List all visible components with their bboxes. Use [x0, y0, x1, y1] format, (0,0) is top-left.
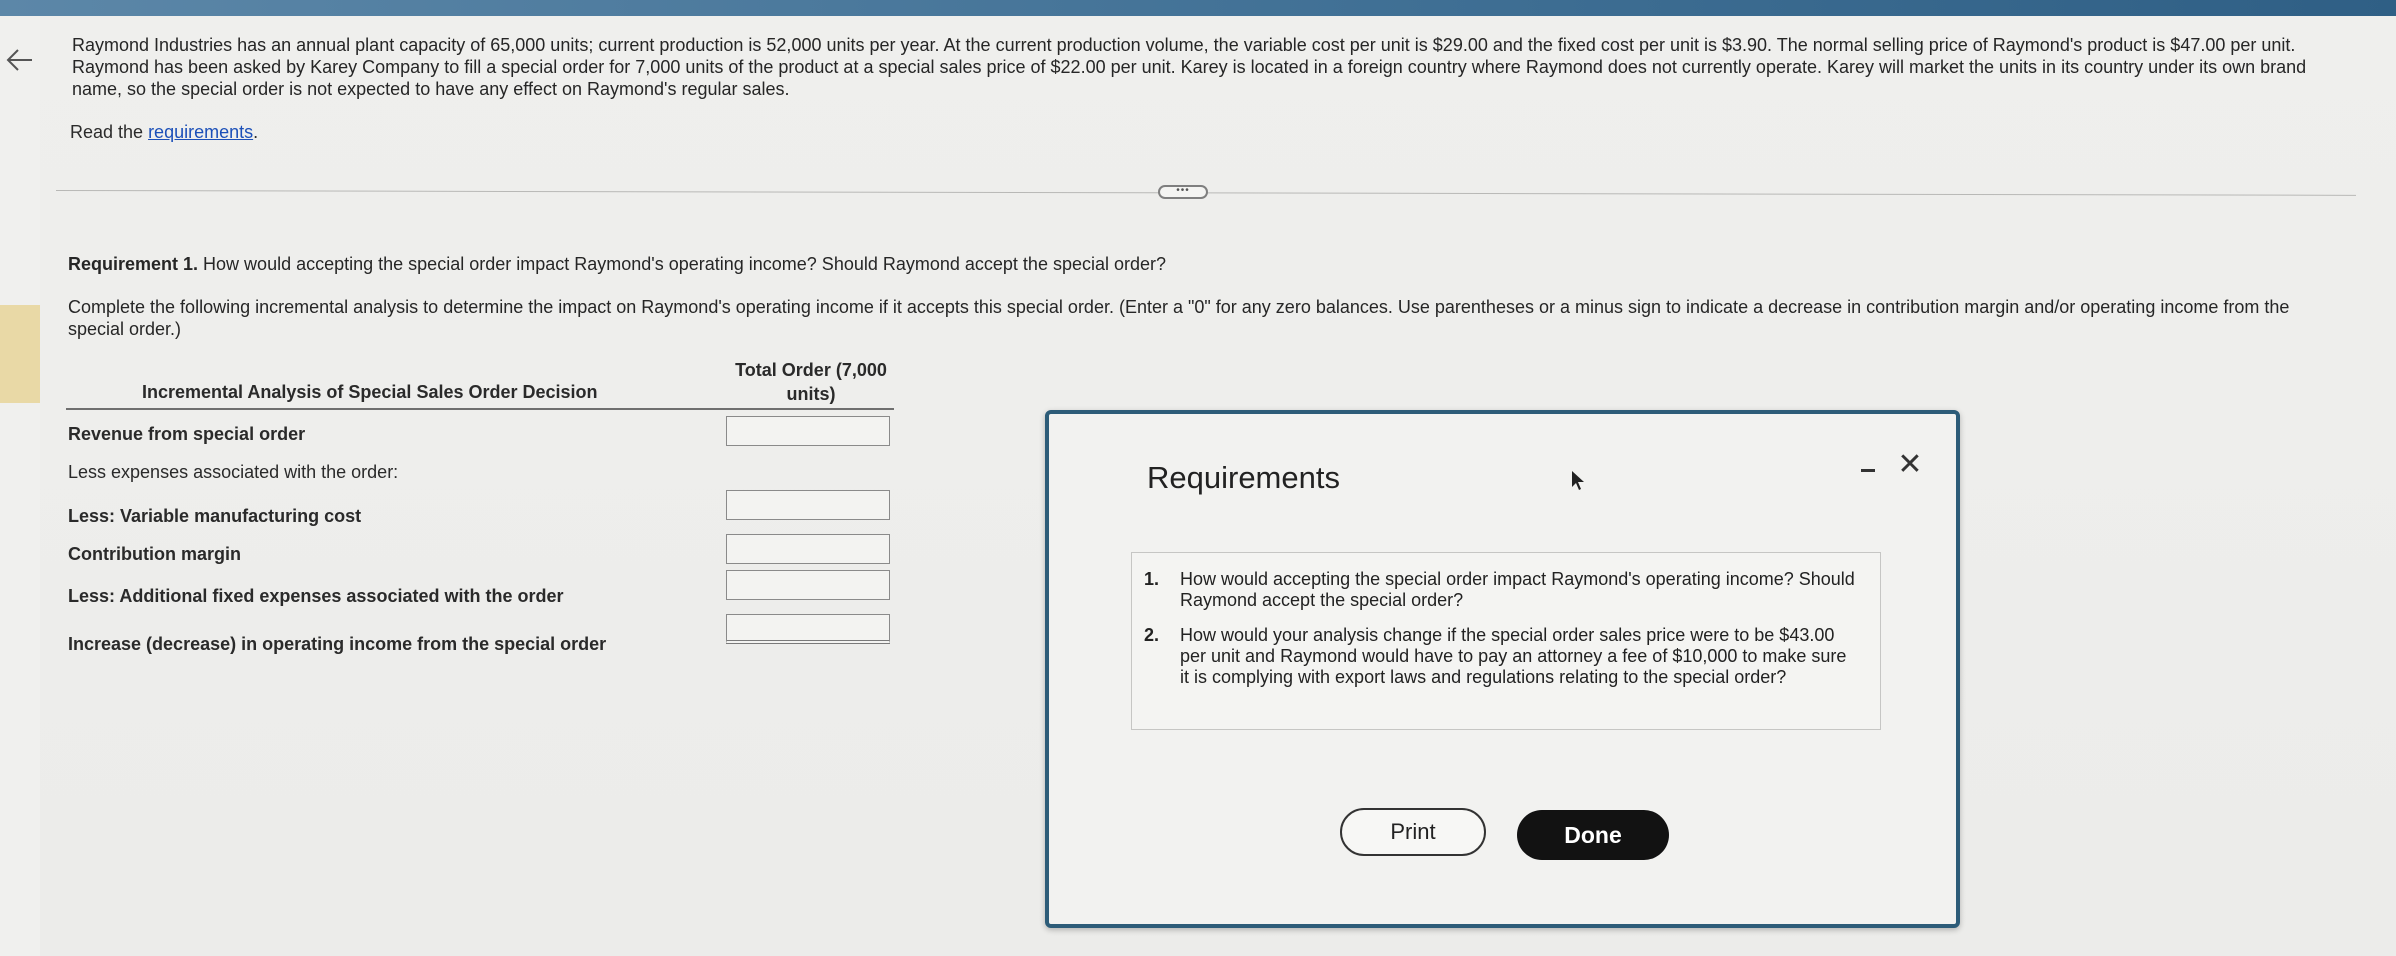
table-column-header: Total Order (7,000 units): [716, 358, 906, 406]
print-button[interactable]: Print: [1340, 808, 1486, 856]
row-fixed-expenses-label: Less: Additional fixed expenses associat…: [68, 586, 564, 606]
minimize-icon[interactable]: [1857, 458, 1879, 480]
requirement-label: Requirement 1.: [68, 254, 199, 274]
expand-button[interactable]: •••: [1158, 185, 1208, 199]
table-title: Incremental Analysis of Special Sales Or…: [142, 382, 598, 402]
operating-income-input[interactable]: [726, 614, 890, 644]
row-operating-income-label: Increase (decrease) in operating income …: [68, 634, 607, 654]
requirement-number: 1.: [1144, 569, 1160, 589]
row-revenue-label: Revenue from special order: [68, 424, 306, 444]
requirement-item: How would accepting the special order im…: [1180, 569, 1855, 610]
instructions: Complete the following incremental analy…: [68, 297, 2290, 339]
problem-text: Raymond Industries has an annual plant c…: [72, 35, 2307, 99]
fixed-expenses-input[interactable]: [726, 570, 890, 600]
requirements-link[interactable]: requirements: [148, 122, 253, 142]
requirements-list: 1. How would accepting the special order…: [1131, 552, 1881, 730]
close-icon[interactable]: ✕: [1895, 450, 1925, 480]
column-header-line2: units): [786, 384, 836, 404]
requirement-question: How would accepting the special order im…: [198, 254, 1167, 274]
table-header-rule: [66, 408, 894, 410]
done-button[interactable]: Done: [1517, 810, 1669, 860]
variable-cost-input[interactable]: [726, 490, 890, 520]
revenue-input[interactable]: [726, 416, 890, 446]
requirement-1-heading: Requirement 1. How would accepting the s…: [68, 254, 1166, 275]
row-less-expenses-label: Less expenses associated with the order:: [68, 462, 399, 482]
read-suffix: .: [253, 122, 259, 142]
arrow-left-icon[interactable]: [2, 42, 38, 78]
read-prefix: Read the: [70, 122, 149, 142]
mouse-pointer-icon: [1572, 471, 1584, 490]
read-requirements: Read the requirements.: [70, 122, 258, 143]
left-strip: [0, 16, 40, 956]
requirement-number: 2.: [1144, 625, 1160, 645]
column-header-line1: Total Order (7,000: [735, 360, 887, 380]
row-variable-cost-label: Less: Variable manufacturing cost: [68, 506, 362, 526]
dialog-title: Requirements: [1147, 460, 1340, 495]
requirements-dialog: Requirements ✕ 1. How would accepting th…: [1045, 410, 1960, 928]
requirement-item: How would your analysis change if the sp…: [1180, 625, 1847, 687]
top-bar: [0, 0, 2396, 16]
side-tab[interactable]: [0, 305, 40, 403]
row-contribution-margin-label: Contribution margin: [68, 544, 241, 564]
contribution-margin-input[interactable]: [726, 534, 890, 564]
